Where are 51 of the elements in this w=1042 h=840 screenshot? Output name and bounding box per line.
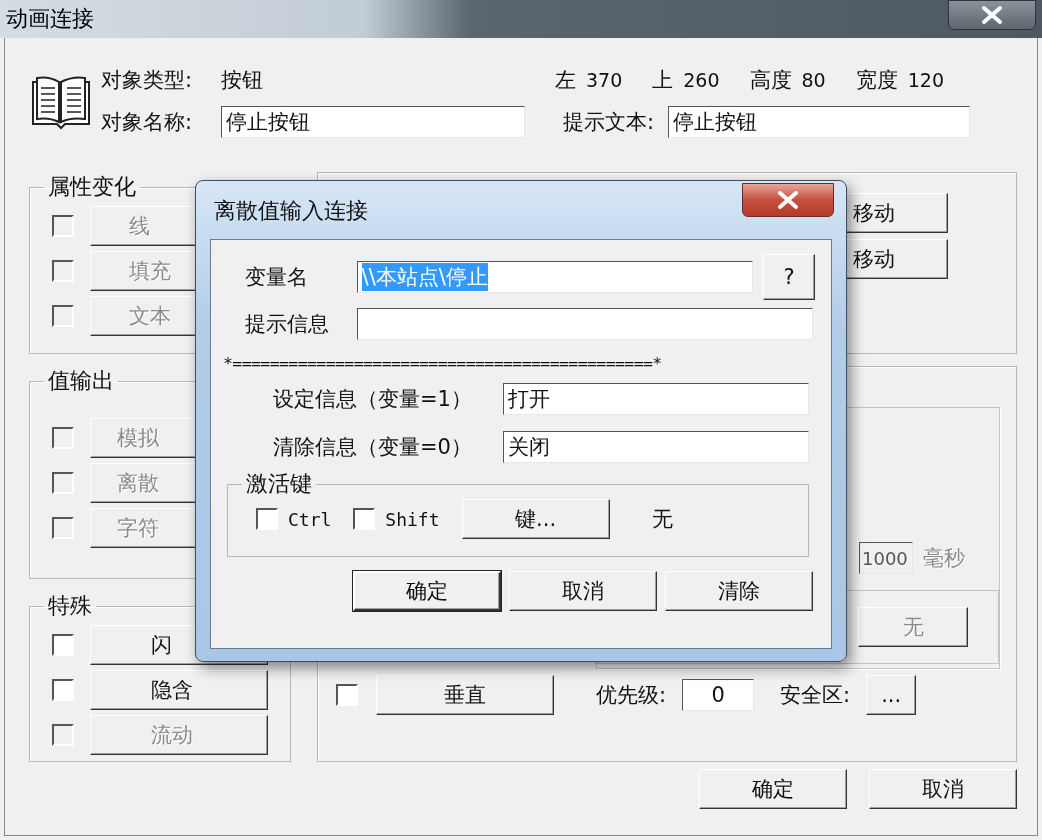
dialog-button[interactable]: 确定 <box>699 769 847 809</box>
checkbox[interactable] <box>52 634 74 656</box>
priority-field[interactable]: 0 <box>682 679 755 711</box>
modifier-label: Ctrl <box>288 508 332 530</box>
checkbox[interactable] <box>256 508 278 530</box>
field-value: 370 <box>586 69 623 91</box>
field-value: 120 <box>907 69 944 91</box>
dialog-button[interactable]: 取消 <box>869 769 1017 809</box>
field-label: 左 <box>555 67 576 94</box>
unit-label: 毫秒 <box>923 545 965 572</box>
separator-text: *=============================================* <box>223 354 662 373</box>
input-field[interactable]: 关闭 <box>503 431 809 463</box>
close-icon <box>979 5 1005 25</box>
help-button[interactable]: ? <box>763 254 815 300</box>
input-field[interactable] <box>357 308 813 340</box>
field-label: 清除信息（变量=0） <box>273 434 473 461</box>
field-label: 宽度 <box>855 67 898 94</box>
checkbox[interactable] <box>336 684 358 706</box>
modifier-label: Shift <box>385 508 440 530</box>
dialog-button[interactable]: 取消 <box>509 571 657 611</box>
close-button[interactable] <box>948 0 1036 30</box>
window-title: 动画连接 <box>6 5 94 33</box>
input-field[interactable]: 停止按钮 <box>668 106 971 138</box>
input-field[interactable]: 打开 <box>503 383 809 415</box>
field-label: 对象名称: <box>101 109 194 136</box>
field-label: 高度 <box>749 67 792 94</box>
vertical-button[interactable]: 垂直 <box>376 675 554 715</box>
close-button[interactable] <box>742 183 834 217</box>
field-label: 安全区: <box>780 682 851 709</box>
dialog-button[interactable]: 确定 <box>353 571 501 611</box>
checkbox[interactable] <box>353 508 376 530</box>
key-button[interactable]: 键... <box>461 499 610 539</box>
field-value: 80 <box>801 69 826 91</box>
group-title: 属性变化 <box>47 173 137 201</box>
dialog-button[interactable]: 清除 <box>665 571 813 611</box>
group-title: 值输出 <box>47 367 115 395</box>
book-icon <box>29 74 93 130</box>
checkbox[interactable] <box>52 679 74 701</box>
field-label: 对象类型: <box>101 67 194 94</box>
field-value: 260 <box>683 69 720 91</box>
close-icon <box>775 190 801 210</box>
object-type: 按钮 <box>221 67 264 94</box>
option-button[interactable]: 隐含 <box>90 670 268 710</box>
field-label: 上 <box>652 67 674 94</box>
group-title: 特殊 <box>47 592 93 620</box>
field-label: 设定信息（变量=1） <box>273 386 473 413</box>
field-label: 优先级: <box>596 682 667 709</box>
input-field[interactable]: 停止按钮 <box>221 106 525 138</box>
field-label: 提示文本: <box>563 109 655 136</box>
key-value: 无 <box>651 506 673 533</box>
safety-button[interactable]: ... <box>866 675 917 715</box>
